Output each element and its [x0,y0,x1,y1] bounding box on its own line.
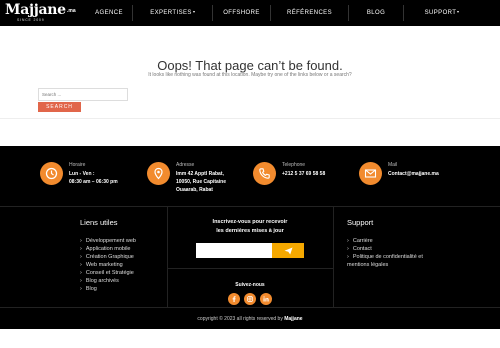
contact-value: Lun - Ven : 08:30 am – 06:30 pm [69,170,118,186]
brand-word: Majjane [5,2,66,18]
link-label: Développement web [85,238,136,244]
footer-link[interactable]: › Conseil et Stratégie [80,269,136,277]
site-footer: Horaire Lun - Ven : 08:30 am – 06:30 pm … [0,146,500,329]
copyright-label: copyright © 2023 all rights reserved by [197,316,283,322]
nav-label: EXPERTISES [150,10,192,16]
follow-title: Suivez-nous [235,282,265,288]
newsletter-title: Inscrivez-vous pour recevoir les dernièr… [167,218,333,236]
newsletter-line: les dernières mises à jour [216,228,284,234]
nav-label: BLOG [366,10,386,16]
footer-divider [0,206,500,207]
chevron-right-icon: › [80,286,82,292]
footer-link[interactable]: › Politique de confidentialité et [347,253,423,261]
chevron-right-icon: › [80,278,82,284]
link-label: Conseil et Stratégie [85,270,134,276]
newsletter-line: Inscrivez-vous pour recevoir [212,219,288,225]
chevron-right-icon: › [80,254,82,260]
support-title: Support [347,218,374,227]
nav-label: RÉFÉRENCES [286,10,332,16]
chevron-right-icon: › [347,246,349,252]
contact-label: Adresse [176,162,195,168]
link-label: mentions légales [347,262,389,268]
newsletter-divider [167,268,333,269]
page-subtitle: It looks like nothing was found at this … [148,72,352,78]
contact-line: 08:30 am – 06:30 pm [69,179,118,185]
nav-item-references[interactable]: RÉFÉRENCES [271,0,348,26]
location-icon [147,162,170,185]
nav-item-blog[interactable]: BLOG [349,0,403,26]
nav-item-expertises[interactable]: EXPERTISES [133,0,212,26]
chevron-right-icon: › [347,238,349,244]
footer-bottom-divider [0,307,500,308]
search-button[interactable]: SEARCH [38,102,81,112]
link-label: Création Graphique [85,254,134,260]
chevron-right-icon: › [80,262,82,268]
contact-value: +212 5 37 69 58 58 [282,170,325,178]
copyright-brand: Majjane [284,316,303,322]
chevron-right-icon: › [80,238,82,244]
footer-link[interactable]: › Blog [80,285,136,293]
copyright-text: copyright © 2023 all rights reserved by … [0,316,500,322]
search-input[interactable] [38,88,128,101]
chevron-right-icon: › [80,270,82,276]
link-label: Blog [85,286,97,292]
footer-link[interactable]: › Contact [347,245,423,253]
footer-link[interactable]: › Application mobile [80,245,136,253]
brand-logo[interactable]: Majjane .ma SINCE 2009 [5,2,76,24]
contact-line[interactable]: Contact@majjane.ma [388,170,439,178]
column-divider [333,207,334,307]
footer-link[interactable]: › Carrière [347,237,423,245]
contact-value: Imm 42 Apptl Rabat, 10050, Rue Capitaine… [176,170,226,194]
phone-icon [253,162,276,185]
brand-tagline: SINCE 2009 [17,18,45,22]
newsletter-submit-button[interactable] [272,243,304,258]
contact-label: Telephone [282,162,306,168]
link-label: Application mobile [85,246,131,252]
main-menu: AGENCE EXPERTISES OFFSHORE RÉFÉRENCES BL… [86,0,500,26]
nav-item-support[interactable]: SUPPORT [404,0,480,26]
contact-line: Lun - Ven : [69,171,95,177]
footer-link[interactable]: › Création Graphique [80,253,136,261]
send-icon [284,247,293,255]
chevron-right-icon: › [80,246,82,252]
top-navbar: Majjane .ma SINCE 2009 AGENCE EXPERTISES… [0,0,500,26]
footer-link[interactable]: › Développement web [80,237,136,245]
link-label: Blog archivés [85,278,119,284]
footer-link[interactable]: › Web marketing [80,261,136,269]
nav-item-agence[interactable]: AGENCE [86,0,132,26]
contact-line[interactable]: +212 5 37 69 58 58 [282,170,325,178]
chevron-down-icon [192,11,195,14]
nav-item-offshore[interactable]: OFFSHORE [213,0,270,26]
brand-suffix: .ma [67,8,76,14]
contact-value: Contact@majjane.ma [388,170,439,178]
footer-link-continued[interactable]: mentions légales [347,261,423,269]
contact-line: Ouaarab, Rabat [176,187,213,193]
contact-line: Imm 42 Apptl Rabat, [176,171,224,177]
chevron-right-icon: › [347,254,349,260]
clock-icon [40,162,63,185]
link-label: Contact [352,246,372,252]
link-label: Web marketing [85,262,123,268]
support-links-list: › Carrière › Contact › Politique de confide… [347,237,423,269]
facebook-icon[interactable] [228,293,240,305]
page-title: Oops! That page can’t be found. [157,58,343,73]
useful-links-title: Liens utiles [80,218,118,227]
useful-links-list: › Développement web › Application mobile ›… [80,237,136,293]
nav-label: OFFSHORE [223,10,260,16]
contact-label: Mail [388,162,398,168]
chevron-down-icon [457,11,460,14]
contact-row: Horaire Lun - Ven : 08:30 am – 06:30 pm … [0,146,500,206]
link-label: Politique de confidentialité et [352,254,423,260]
contact-line: 10050, Rue Capitaine [176,179,227,185]
linkedin-icon[interactable] [260,293,272,305]
contact-label: Horaire [69,162,86,168]
link-label: Carrière [352,238,373,244]
instagram-icon[interactable] [244,293,256,305]
nav-label: AGENCE [95,10,123,16]
mail-icon [359,162,382,185]
content-divider [0,118,500,119]
footer-link[interactable]: › Blog archivés [80,277,136,285]
nav-label: SUPPORT [424,10,457,16]
newsletter-email-input[interactable] [196,243,272,258]
